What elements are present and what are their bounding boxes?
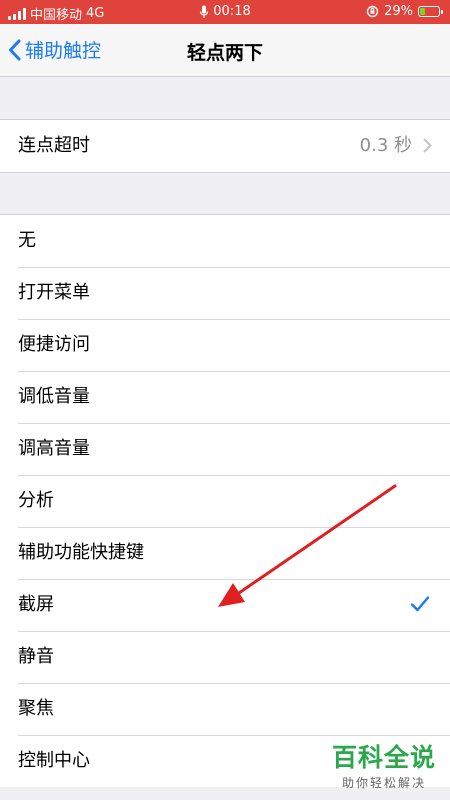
battery-icon	[418, 6, 443, 17]
action-row[interactable]: 聚焦	[0, 683, 450, 735]
timeout-row[interactable]: 连点超时 0.3 秒	[0, 120, 450, 172]
timeout-label: 连点超时	[18, 135, 90, 156]
microphone-icon	[200, 5, 209, 18]
action-row[interactable]: 无	[0, 215, 450, 267]
navigation-bar: 辅助触控 轻点两下	[0, 24, 450, 77]
timeout-group: 连点超时 0.3 秒	[0, 119, 450, 173]
battery-fill	[420, 8, 425, 15]
action-label: 辅助功能快捷键	[18, 542, 144, 563]
battery-percent: 29%	[384, 4, 413, 19]
action-label: 控制中心	[18, 750, 90, 771]
status-bar: 中国移动 4G 00:18 29%	[0, 0, 450, 24]
action-list: 无打开菜单便捷访问调低音量调高音量分析辅助功能快捷键 截屏静音聚焦控制中心	[0, 214, 450, 787]
checkmark-icon	[410, 596, 430, 612]
action-label: 聚焦	[18, 698, 54, 719]
action-label: 调低音量	[18, 386, 90, 407]
action-label: 截屏	[18, 594, 54, 615]
action-label: 调高音量	[18, 438, 90, 459]
clock: 00:18	[213, 4, 251, 19]
action-label: 无	[18, 230, 36, 251]
watermark-logo: 百科全说 助你轻松解决	[332, 738, 436, 791]
action-row[interactable]: 打开菜单	[0, 267, 450, 319]
page-title: 轻点两下	[186, 42, 263, 64]
timeout-value: 0.3 秒	[359, 135, 412, 156]
action-label: 打开菜单	[18, 282, 90, 303]
action-label: 分析	[18, 490, 54, 511]
action-row[interactable]: 调高音量	[0, 423, 450, 475]
action-row[interactable]: 静音	[0, 631, 450, 683]
status-right: 29%	[366, 4, 443, 19]
action-row[interactable]: 辅助功能快捷键	[0, 527, 450, 579]
action-row[interactable]: 分析	[0, 475, 450, 527]
action-row[interactable]: 便捷访问	[0, 319, 450, 371]
chevron-right-icon	[423, 138, 432, 153]
orientation-lock-icon	[366, 5, 379, 18]
action-label: 静音	[18, 646, 54, 667]
action-label: 便捷访问	[18, 334, 90, 355]
action-row[interactable]: 截屏	[0, 579, 450, 631]
watermark-main: 百科全说	[331, 743, 436, 772]
watermark-sub: 助你轻松解决	[341, 776, 426, 790]
action-row[interactable]: 调低音量	[0, 371, 450, 423]
